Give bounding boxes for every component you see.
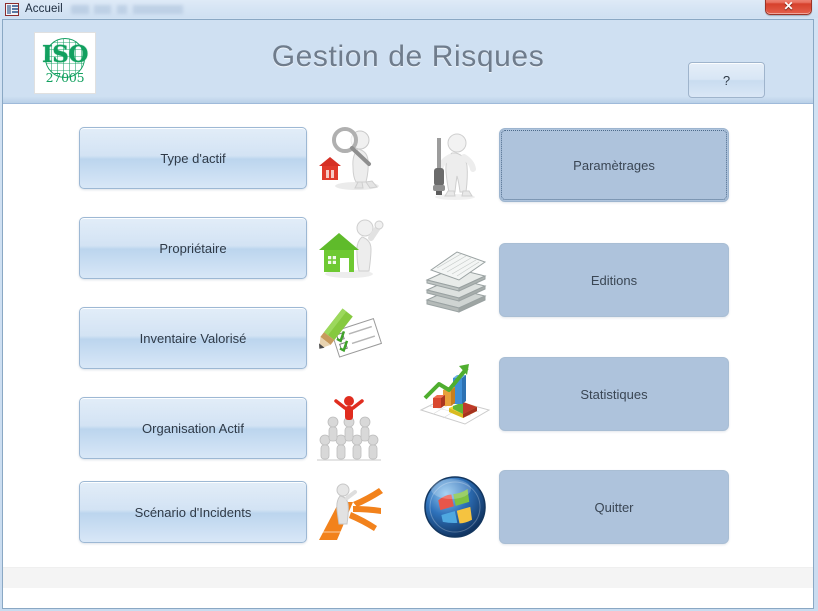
editions-label: Editions [590,272,638,288]
inventaire-valorise-label: Inventaire Valorisé [139,330,247,346]
scenario-incidents-label: Scénario d'Incidents [134,504,252,520]
close-icon: ✕ [783,0,794,13]
menu-row-proprietaire: Propriétaire [79,212,385,284]
help-button-label: ? [722,72,731,88]
statistiques-button[interactable]: Statistiques [499,357,729,431]
proprietaire-label: Propriétaire [159,240,227,256]
menu-row-quitter: Quitter [419,470,729,544]
title-bar-blurred-text [70,4,196,14]
person-screwdriver-icon [419,129,491,201]
status-strip [3,567,813,588]
pencil-checklist-icon [313,302,385,374]
parametrages-button[interactable]: Paramètrages [499,128,729,202]
application-window: Accueil ✕ ISO 27005 Gestion de Risques ? [0,0,818,611]
access-form-icon [5,2,19,16]
window-title: Accueil [25,3,63,15]
organisation-actif-label: Organisation Actif [142,420,244,436]
menu-row-parametrages: Paramètrages [419,128,729,202]
quitter-label: Quitter [594,499,634,515]
branching-path-icon [313,476,385,548]
organisation-actif-button[interactable]: Organisation Actif [79,397,307,459]
scenario-incidents-button[interactable]: Scénario d'Incidents [79,481,307,543]
windows-orb-icon [419,471,491,543]
type-actif-label: Type d'actif [160,150,226,166]
help-button[interactable]: ? [688,62,765,98]
menu-body: Type d'actif Propriétaire Inventaire Val… [3,104,813,588]
menu-row-editions: Editions [419,243,729,317]
proprietaire-button[interactable]: Propriétaire [79,217,307,279]
inventaire-valorise-button[interactable]: Inventaire Valorisé [79,307,307,369]
menu-row-inventaire-valorise: Inventaire Valorisé [79,302,385,374]
editions-button[interactable]: Editions [499,243,729,317]
quitter-button[interactable]: Quitter [499,470,729,544]
close-button[interactable]: ✕ [765,0,812,15]
menu-row-organisation-actif: Organisation Actif [79,392,385,464]
header-banner: ISO 27005 Gestion de Risques ? [3,20,813,104]
green-house-person-icon [313,212,385,284]
type-actif-button[interactable]: Type d'actif [79,127,307,189]
3d-charts-icon [419,358,491,430]
form-area: ISO 27005 Gestion de Risques ? Type d'ac… [2,19,814,609]
menu-row-type-actif: Type d'actif [79,122,385,194]
menu-row-statistiques: Statistiques [419,357,729,431]
iso-logo-number: 27005 [45,70,85,86]
iso-27005-logo: ISO 27005 [34,32,96,94]
parametrages-label: Paramètrages [573,157,655,173]
people-pyramid-icon [313,392,385,464]
iso-logo-word: ISO [42,41,88,69]
paper-stack-icon [419,244,491,316]
statistiques-label: Statistiques [580,386,648,402]
title-bar: Accueil ✕ [0,0,818,18]
magnifier-house-icon [313,122,385,194]
menu-row-scenario-incidents: Scénario d'Incidents [79,476,385,548]
